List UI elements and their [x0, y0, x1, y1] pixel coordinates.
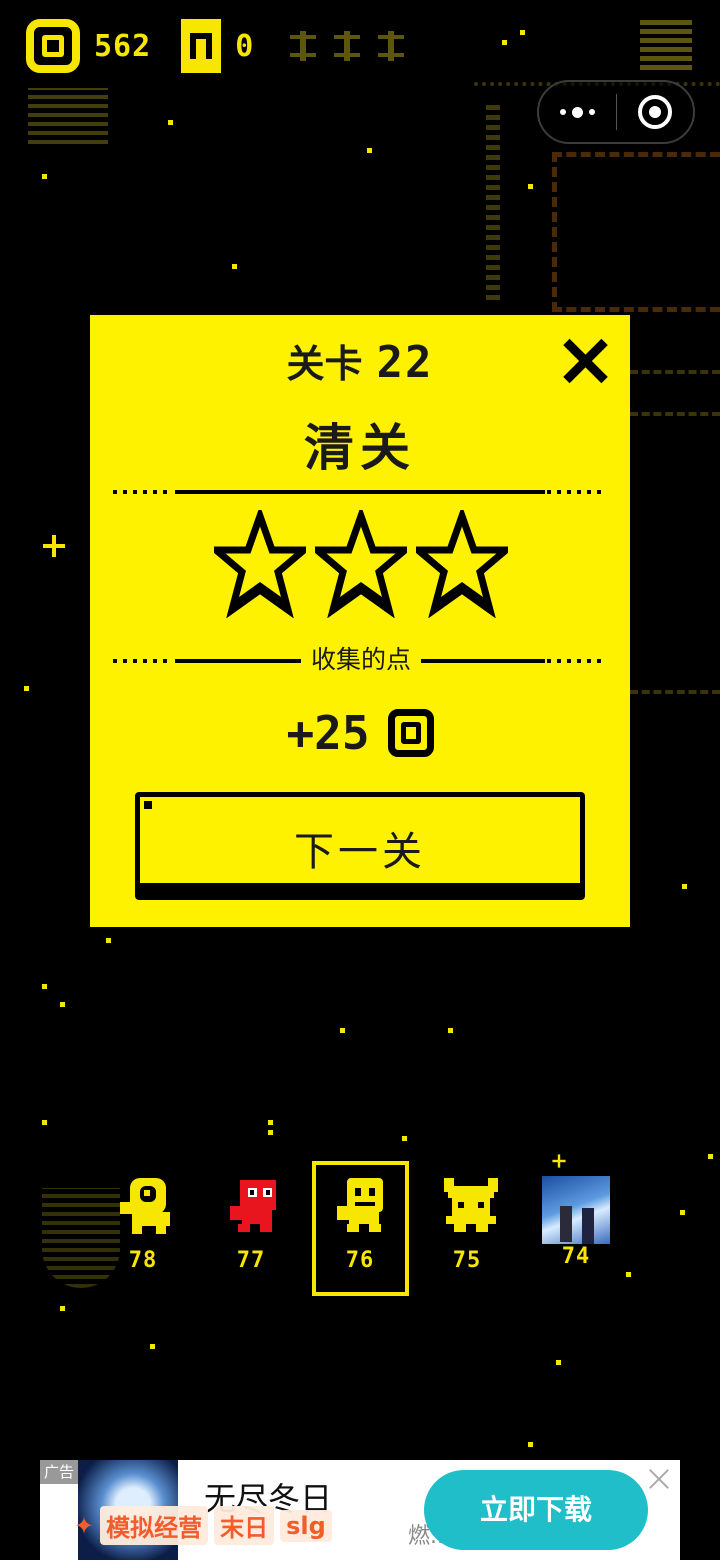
dim-structure-orange: [552, 152, 720, 312]
star-dot: [168, 120, 173, 125]
next-level-button[interactable]: 下一关: [135, 792, 585, 900]
collected-label: 收集的点: [301, 643, 421, 677]
level-title: 关卡 22: [0, 333, 720, 388]
next-level-label: 下一关: [294, 829, 426, 875]
star-dot: [626, 1272, 631, 1277]
dim-column: [486, 100, 500, 300]
star-dot: [42, 174, 47, 179]
star-dot: [402, 1136, 407, 1141]
level-number: 22: [376, 337, 434, 388]
star-dot: [520, 30, 525, 35]
dim-progress-marks: [290, 31, 405, 61]
coin-icon: [387, 709, 434, 757]
level-status: 清关: [304, 419, 416, 477]
character-level: 75: [452, 1248, 482, 1273]
level-label: 关卡: [286, 342, 363, 386]
star-dot: [60, 1002, 65, 1007]
star-icon: [416, 510, 508, 618]
star-dot: [502, 40, 507, 45]
star-icon: [315, 510, 407, 618]
character-slot[interactable]: 75: [432, 1176, 502, 1273]
dim-pixel-decoration: [28, 88, 108, 144]
photo-avatar-image: [542, 1176, 610, 1244]
star-dot: [708, 1154, 713, 1159]
ad-chip: 末日: [214, 1506, 275, 1545]
character-slot[interactable]: 77: [216, 1176, 286, 1273]
character-level: 78: [128, 1248, 158, 1273]
star-dot: [682, 884, 687, 889]
star-dot: [42, 984, 47, 989]
coin-icon: [26, 19, 80, 73]
star-dot: [367, 148, 372, 153]
star-dot: [232, 264, 237, 269]
target-close-icon[interactable]: [617, 82, 694, 142]
character-level: 76: [345, 1248, 375, 1273]
menu-grid-icon[interactable]: [640, 20, 692, 70]
character-slot[interactable]: 78: [108, 1176, 178, 1273]
star-dot: [60, 1306, 65, 1311]
star-dot: [24, 686, 29, 691]
dim-mark: [290, 31, 317, 61]
miniprogram-capsule: [537, 80, 695, 144]
gate-icon: [181, 19, 222, 73]
character-level: 77: [236, 1248, 266, 1273]
coin-count: 562: [94, 28, 152, 64]
dim-structure-line: [630, 690, 720, 704]
masked-character-icon: [337, 1178, 383, 1232]
sparkle-icon: ✦: [74, 1511, 95, 1540]
star-rating: [214, 510, 508, 620]
character-slot[interactable]: 74: [541, 1176, 611, 1269]
star-dot: [680, 1210, 685, 1215]
download-button[interactable]: 立即下载: [424, 1470, 648, 1550]
star-dot: [106, 938, 111, 943]
divider: 收集的点: [113, 643, 607, 677]
close-icon[interactable]: [648, 1468, 670, 1490]
star-dot: [448, 1028, 453, 1033]
character-slot-selected[interactable]: 76: [325, 1176, 395, 1273]
reward-amount: +25: [286, 706, 370, 760]
reward-row: +25: [0, 706, 720, 760]
ad-tag: 广告: [40, 1460, 78, 1484]
dim-mark: [334, 31, 361, 61]
ad-banner[interactable]: 广告 无尽冬日 燃... ✦ 模拟经营 末日 slg 立即下载: [40, 1460, 680, 1560]
sparkle-icon: [43, 535, 65, 557]
star-dot: [150, 1344, 155, 1349]
ad-chip: slg: [280, 1509, 332, 1542]
star-dot: [268, 1130, 273, 1135]
star-dot: [340, 1028, 345, 1033]
character-level: 74: [561, 1244, 591, 1269]
divider: [113, 490, 607, 494]
more-dots-icon[interactable]: [539, 82, 616, 142]
gate-count: 0: [235, 28, 255, 64]
star-dot: [268, 1120, 273, 1125]
star-dot: [556, 1360, 561, 1365]
ad-chip: 模拟经营: [100, 1506, 209, 1545]
red-character-icon: [230, 1180, 276, 1232]
star-dot: [528, 1442, 533, 1447]
one-eyed-character-icon: [120, 1178, 170, 1234]
sparkle-icon: [552, 1154, 566, 1168]
ad-chips: ✦ 模拟经营 末日 slg: [74, 1506, 332, 1545]
dim-mark: [378, 31, 405, 61]
star-dot: [42, 1120, 47, 1125]
top-hud: 562 0: [26, 18, 405, 74]
viking-character-icon: [444, 1178, 498, 1232]
star-icon: [214, 510, 306, 618]
close-icon[interactable]: [560, 336, 610, 386]
star-dot: [528, 184, 533, 189]
